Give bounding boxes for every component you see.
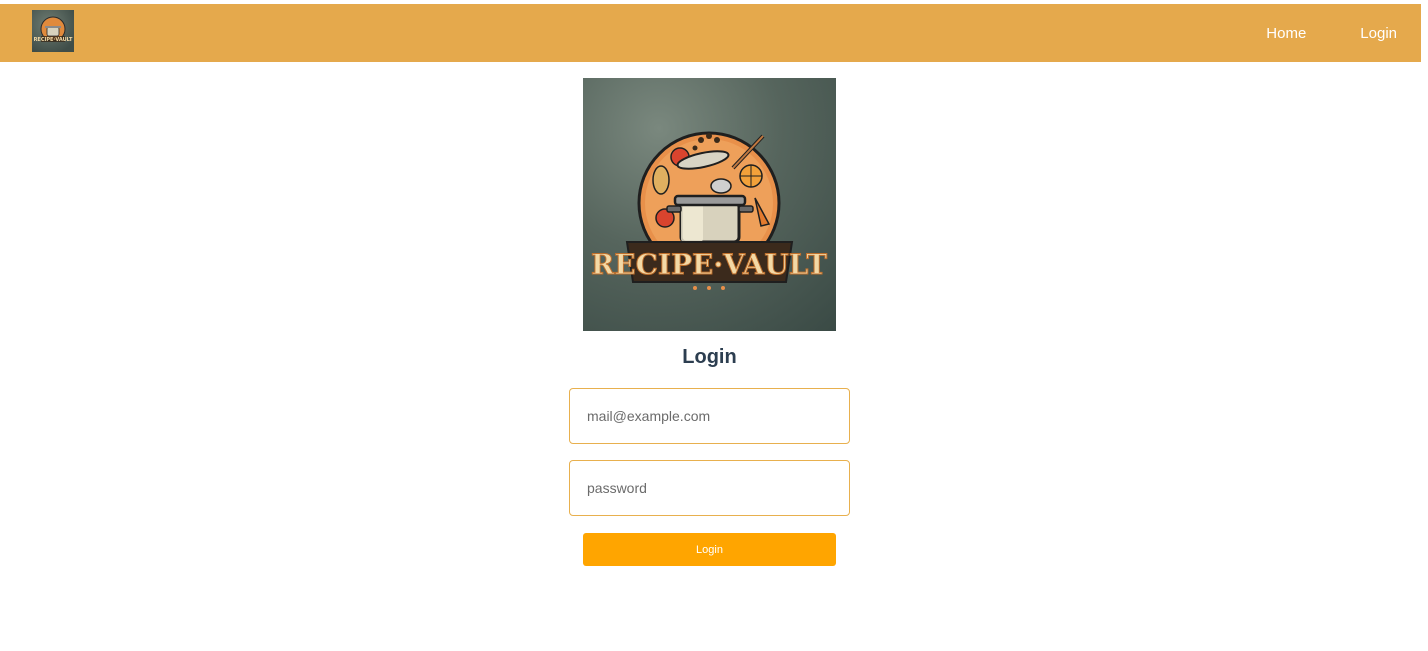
svg-text:RECIPE·VAULT: RECIPE·VAULT	[34, 37, 73, 43]
navbar: RECIPE·VAULT Home Login	[0, 4, 1421, 62]
svg-text:RECIPE·VAULT: RECIPE·VAULT	[591, 248, 827, 281]
login-title: Login	[682, 346, 737, 368]
nav-links: Home Login	[1266, 4, 1421, 62]
login-button[interactable]: Login	[583, 533, 836, 566]
recipe-vault-logo-icon[interactable]: RECIPE·VAULT	[32, 10, 74, 52]
nav-link-login[interactable]: Login	[1360, 25, 1397, 42]
password-input[interactable]	[569, 460, 850, 516]
email-input[interactable]	[569, 388, 850, 444]
nav-link-home[interactable]: Home	[1266, 25, 1306, 42]
cooking-pot-logo-icon: RECIPE·VAULT	[583, 78, 836, 331]
